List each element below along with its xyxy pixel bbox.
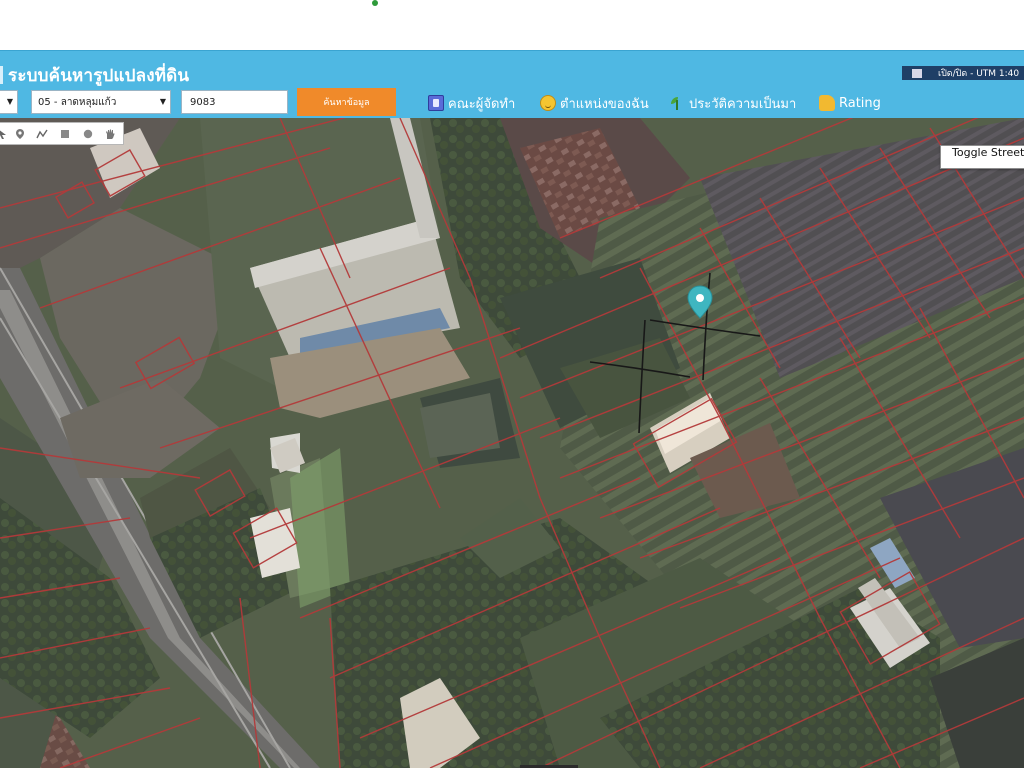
nav-my-position[interactable]: ตำแหน่งของฉัน: [540, 94, 649, 112]
nav-history[interactable]: ประวัติความเป็นมา: [669, 94, 796, 112]
utm-toggle[interactable]: เปิด/ปิด - UTM 1:40: [902, 66, 1024, 80]
toggle-street-view-label: Toggle Street V: [952, 146, 1024, 159]
chevron-down-icon: ▼: [159, 97, 166, 106]
district-select[interactable]: 05 - ลาดหลุมแก้ว ▼: [31, 90, 171, 114]
province-select[interactable]: ▼: [0, 90, 18, 114]
nav-team[interactable]: คณะผู้จัดทำ: [428, 94, 515, 112]
polyline-icon[interactable]: [36, 128, 48, 140]
rectangle-icon[interactable]: [59, 128, 71, 140]
status-dot: [372, 0, 378, 6]
hand-icon: [819, 95, 835, 111]
team-icon: [428, 95, 444, 111]
parcel-number-input[interactable]: [181, 90, 288, 114]
circle-icon[interactable]: [82, 128, 94, 140]
drawing-toolbar: [0, 122, 124, 145]
search-button-label: ค้นหาข้อมูล: [323, 98, 370, 108]
nav-history-label: ประวัติความเป็นมา: [689, 96, 797, 112]
nav-rating[interactable]: Rating: [819, 94, 881, 112]
district-select-value: 05 - ลาดหลุมแก้ว: [38, 96, 117, 108]
window-top-margin: [0, 0, 1024, 50]
nav-team-label: คณะผู้จัดทำ: [448, 96, 516, 112]
pointer-icon[interactable]: [0, 128, 8, 140]
satellite-map[interactable]: [0, 118, 1024, 768]
smiley-icon: [540, 95, 556, 111]
nav-rating-label: Rating: [839, 95, 881, 111]
chevron-down-icon: ▼: [6, 97, 13, 106]
app-title: ระบบค้นหารูปแปลงที่ดิน: [8, 66, 190, 86]
sprout-icon: [669, 95, 685, 111]
hand-icon[interactable]: [104, 128, 116, 140]
flag-icon: [912, 68, 922, 78]
title-accent: [0, 66, 3, 84]
satellite-imagery: [0, 118, 1024, 768]
search-button[interactable]: ค้นหาข้อมูล: [297, 88, 396, 116]
nav-position-label: ตำแหน่งของฉัน: [560, 96, 649, 112]
marker-icon[interactable]: [14, 128, 26, 140]
toggle-street-view-button[interactable]: Toggle Street V: [940, 145, 1024, 169]
utm-toggle-label: เปิด/ปิด - UTM 1:40: [938, 69, 1020, 79]
